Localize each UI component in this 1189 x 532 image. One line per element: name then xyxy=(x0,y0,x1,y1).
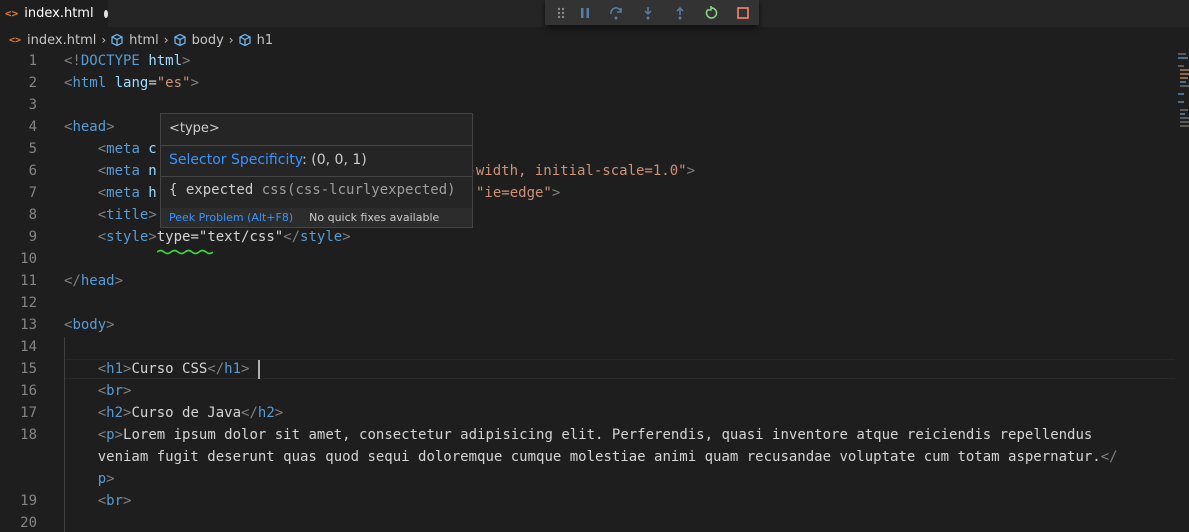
code-line-wrap: veniam fugit deserunt quas quod sequi do… xyxy=(97,449,1118,465)
hover-actions: Peek Problem (Alt+F8) No quick fixes ava… xyxy=(161,208,472,227)
selector-specificity-link[interactable]: Selector Specificity xyxy=(169,152,302,168)
no-quick-fixes-label: No quick fixes available xyxy=(309,211,440,224)
breadcrumb: <> index.html › html › body › h1 xyxy=(0,29,1189,51)
problem-message: { expected css(css-lcurlyexpected) xyxy=(169,182,456,198)
code-line: </head> xyxy=(64,273,124,289)
breadcrumb-label: html xyxy=(129,32,159,48)
cube-icon xyxy=(238,33,251,47)
step-into-icon[interactable] xyxy=(632,2,664,24)
debug-toolbar xyxy=(545,0,759,25)
problem-source: css(css-lcurlyexpected) xyxy=(253,182,456,198)
line-number: 7 xyxy=(28,185,37,201)
code-line: <h2>Curso de Java</h2> xyxy=(97,405,284,421)
tab-index-html[interactable]: <> index.html xyxy=(0,0,108,27)
cube-icon xyxy=(174,33,186,47)
chevron-right-icon: › xyxy=(228,33,234,47)
html-file-icon: <> xyxy=(5,7,19,20)
code-line: <style>type="text/css"</style> xyxy=(97,229,351,245)
code-line: <h1>Curso CSS</h1> xyxy=(97,361,250,377)
line-number: 6 xyxy=(28,163,37,179)
line-number: 20 xyxy=(20,515,37,531)
step-over-icon[interactable] xyxy=(601,2,633,24)
line-number: 13 xyxy=(20,317,37,333)
line-number: 12 xyxy=(20,295,37,311)
line-number: 4 xyxy=(28,119,37,135)
breadcrumb-label: body xyxy=(191,32,224,48)
line-number: 16 xyxy=(20,383,37,399)
line-number: 19 xyxy=(20,493,37,509)
line-number: 14 xyxy=(20,339,37,355)
divider xyxy=(161,176,472,177)
html-file-icon: <> xyxy=(9,34,22,46)
code-line: <body> xyxy=(64,317,115,333)
code-line: <meta n xyxy=(97,163,157,179)
code-line: <p>Lorem ipsum dolor sit amet, consectet… xyxy=(97,427,1093,443)
line-number: 1 xyxy=(28,53,37,69)
selector-specificity-value: : (0, 0, 1) xyxy=(302,152,367,168)
breadcrumb-label: h1 xyxy=(256,32,274,48)
text-cursor xyxy=(258,360,260,379)
breadcrumb-h1[interactable]: h1 xyxy=(238,32,274,48)
line-number: 8 xyxy=(28,207,37,223)
cube-icon xyxy=(111,33,123,47)
minimap[interactable] xyxy=(1176,51,1189,141)
tab-title: index.html xyxy=(24,6,94,21)
code-line-wrap: p> xyxy=(97,471,115,487)
code-line: <br> xyxy=(97,493,132,509)
error-squiggle[interactable] xyxy=(157,249,213,255)
code-line: <title> xyxy=(97,207,157,223)
code-line: <html lang="es"> xyxy=(64,75,199,91)
code-line: <!DOCTYPE html> xyxy=(64,53,191,69)
line-number: 9 xyxy=(28,229,37,245)
line-number: 18 xyxy=(20,427,37,443)
code-line-tail: "ie=edge"> xyxy=(476,185,561,201)
line-number: 11 xyxy=(20,273,37,289)
code-line: <meta h xyxy=(97,185,157,201)
breadcrumb-file-label: index.html xyxy=(27,32,97,48)
peek-problem-link[interactable]: Peek Problem (Alt+F8) xyxy=(169,211,293,224)
line-number: 15 xyxy=(20,361,37,377)
line-number: 2 xyxy=(28,75,37,91)
code-line: <meta c xyxy=(97,141,157,157)
chevron-right-icon: › xyxy=(101,33,107,47)
problem-text: { expected xyxy=(169,182,254,198)
breadcrumb-body[interactable]: body xyxy=(173,33,224,48)
pause-icon[interactable] xyxy=(569,2,601,24)
chevron-right-icon: › xyxy=(163,33,169,47)
breadcrumb-html[interactable]: html xyxy=(110,33,159,48)
line-number: 3 xyxy=(28,97,37,113)
restart-icon[interactable] xyxy=(696,2,728,24)
breadcrumb-file[interactable]: <> index.html xyxy=(9,33,96,48)
stop-icon[interactable] xyxy=(727,2,759,24)
selector-specificity: Selector Specificity: (0, 0, 1) xyxy=(169,152,367,168)
line-number: 5 xyxy=(28,141,37,157)
code-line: <head> xyxy=(64,119,115,135)
divider xyxy=(161,145,472,146)
hover-element-name: <type> xyxy=(169,121,220,136)
hover-tooltip: <type> Selector Specificity: (0, 0, 1) {… xyxy=(160,113,473,228)
step-out-icon[interactable] xyxy=(664,2,696,24)
code-line-tail: e-width, initial-scale=1.0"> xyxy=(459,163,696,179)
line-number: 17 xyxy=(20,405,37,421)
code-line: <br> xyxy=(97,383,132,399)
line-number: 10 xyxy=(20,251,37,267)
drag-handle-icon[interactable] xyxy=(553,2,569,24)
unsaved-dot-icon[interactable] xyxy=(103,9,108,18)
